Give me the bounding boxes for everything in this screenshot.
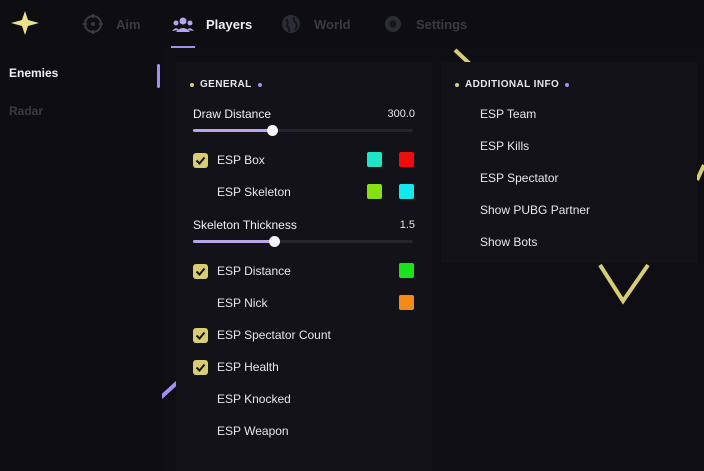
option-esp-spectator-count[interactable]: ESP Spectator Count xyxy=(193,327,331,343)
option-label: ESP Health xyxy=(217,360,279,374)
skeleton-thickness-slider[interactable] xyxy=(193,236,413,247)
option-label: ESP Weapon xyxy=(217,424,289,438)
bullet-dot-icon xyxy=(257,82,262,87)
section-title: ADDITIONAL INFO xyxy=(465,79,560,90)
color-swatch[interactable] xyxy=(367,184,382,199)
checkbox[interactable] xyxy=(193,296,208,311)
option-esp-team[interactable]: ESP Team xyxy=(480,107,536,121)
bullet-dot-icon xyxy=(565,82,570,87)
bullet-dot-icon xyxy=(455,82,459,87)
sidebar-active-indicator xyxy=(157,64,160,88)
section-title: GENERAL xyxy=(200,79,252,90)
slider-fill xyxy=(193,240,275,243)
draw-distance-slider[interactable] xyxy=(193,125,413,136)
checkbox-checked[interactable] xyxy=(193,359,208,375)
option-esp-box[interactable]: ESP Box xyxy=(193,152,265,168)
tab-label: Aim xyxy=(116,16,141,32)
option-esp-knocked[interactable]: ESP Knocked xyxy=(193,391,291,407)
globe-icon xyxy=(280,13,302,35)
option-esp-nick[interactable]: ESP Nick xyxy=(193,295,267,311)
players-icon xyxy=(172,13,194,35)
color-swatch[interactable] xyxy=(367,152,382,167)
option-show-bots[interactable]: Show Bots xyxy=(480,235,537,249)
crosshair-icon xyxy=(82,13,104,35)
star-sparkle-icon xyxy=(9,9,41,37)
color-swatch[interactable] xyxy=(399,295,414,310)
skeleton-thickness-value: 1.5 xyxy=(399,219,415,231)
additional-info-panel: ADDITIONAL INFO ESP Team ESP Kills ESP S… xyxy=(441,62,697,263)
option-esp-skeleton[interactable]: ESP Skeleton xyxy=(193,184,291,200)
option-label: ESP Knocked xyxy=(217,392,291,406)
checkmark-icon xyxy=(195,331,206,340)
tab-label: Settings xyxy=(416,16,468,32)
checkmark-icon xyxy=(195,156,206,165)
slider-fill xyxy=(193,129,273,132)
sidebar-item-enemies[interactable]: Enemies xyxy=(9,66,58,80)
tab-aim[interactable]: Aim xyxy=(82,0,141,48)
top-navbar: Aim Players World Settings xyxy=(0,0,704,48)
section-header-general: GENERAL xyxy=(190,79,262,90)
option-label: ESP Distance xyxy=(217,264,291,278)
color-swatch[interactable] xyxy=(399,152,414,167)
checkbox[interactable] xyxy=(193,424,208,439)
option-show-pubg-partner[interactable]: Show PUBG Partner xyxy=(480,203,590,217)
section-header-additional-info: ADDITIONAL INFO xyxy=(455,79,570,90)
checkbox-checked[interactable] xyxy=(193,263,208,279)
checkbox-checked[interactable] xyxy=(193,152,208,168)
checkmark-icon xyxy=(195,267,206,276)
option-label: ESP Spectator Count xyxy=(217,328,331,342)
sidebar-item-radar[interactable]: Radar xyxy=(9,104,43,118)
option-label: ESP Skeleton xyxy=(217,185,291,199)
option-label: ESP Box xyxy=(217,153,265,167)
tab-label: Players xyxy=(206,16,253,32)
option-esp-health[interactable]: ESP Health xyxy=(193,359,279,375)
checkmark-icon xyxy=(195,363,206,372)
skeleton-thickness-label: Skeleton Thickness xyxy=(193,218,297,232)
checkbox[interactable] xyxy=(193,185,208,200)
option-esp-kills[interactable]: ESP Kills xyxy=(480,139,529,153)
draw-distance-label: Draw Distance xyxy=(193,107,272,121)
active-tab-indicator xyxy=(171,46,195,48)
color-swatch[interactable] xyxy=(399,263,414,278)
option-esp-weapon[interactable]: ESP Weapon xyxy=(193,423,289,439)
draw-distance-value: 300.0 xyxy=(387,108,415,120)
slider-handle[interactable] xyxy=(266,125,278,136)
option-label: ESP Nick xyxy=(217,296,268,310)
general-panel: GENERAL Draw Distance 300.0 ESP Box ESP … xyxy=(176,62,432,471)
tab-label: World xyxy=(314,16,351,32)
checkbox-checked[interactable] xyxy=(193,327,208,343)
tab-players[interactable]: Players xyxy=(172,0,252,48)
color-swatch[interactable] xyxy=(399,184,414,199)
option-esp-spectator[interactable]: ESP Spectator xyxy=(480,171,559,185)
sidebar: Enemies Radar xyxy=(0,48,162,471)
option-esp-distance[interactable]: ESP Distance xyxy=(193,263,291,279)
gear-icon xyxy=(382,13,404,35)
tab-settings[interactable]: Settings xyxy=(382,0,467,48)
bullet-dot-icon xyxy=(190,82,194,87)
checkbox[interactable] xyxy=(193,392,208,407)
slider-handle[interactable] xyxy=(268,236,280,247)
tab-world[interactable]: World xyxy=(280,0,351,48)
